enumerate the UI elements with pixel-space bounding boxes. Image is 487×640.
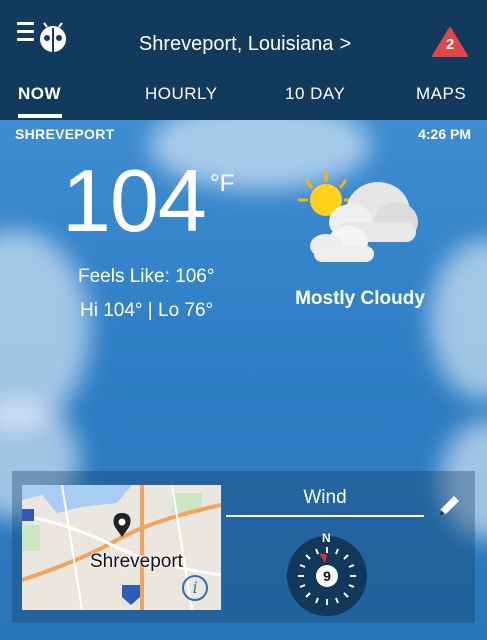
map-wind-card: Shreveport i Wind N 9 — [12, 471, 475, 623]
hi-lo-temperature: Hi 104° | Lo 76° — [80, 300, 214, 321]
wind-speed-value: 9 — [316, 565, 338, 587]
tab-bar: NOW HOURLY 10 DAY MAPS — [0, 68, 487, 120]
edit-pencil-icon[interactable] — [436, 493, 462, 519]
app-logo-icon — [40, 22, 66, 52]
location-map[interactable]: Shreveport i — [22, 485, 221, 610]
tab-now[interactable]: NOW — [18, 84, 61, 104]
tab-10-day[interactable]: 10 DAY — [285, 84, 345, 104]
condition-text: Mostly Cloudy — [295, 288, 425, 309]
alerts-button[interactable]: 2 — [431, 26, 469, 58]
menu-button[interactable] — [17, 22, 69, 56]
alert-count-badge: 2 — [445, 36, 455, 53]
top-bar: Shreveport, Louisiana > 2 — [0, 0, 487, 68]
tab-maps[interactable]: MAPS — [416, 84, 466, 104]
compass-north-label: N — [322, 531, 331, 545]
map-city-label: Shreveport — [90, 551, 183, 572]
background-cloud — [430, 240, 487, 400]
chevron-right-icon: > — [339, 33, 352, 55]
tab-hourly[interactable]: HOURLY — [145, 84, 218, 104]
current-temperature: 104 — [62, 151, 207, 250]
feels-like: Feels Like: 106° — [78, 266, 215, 287]
partly-cloudy-icon — [298, 172, 418, 262]
temperature-unit: °F — [210, 170, 235, 197]
active-tab-indicator — [18, 114, 62, 118]
info-icon[interactable]: i — [182, 575, 208, 601]
observation-time: 4:26 PM — [418, 126, 471, 142]
location-name: Shreveport, Louisiana — [138, 33, 334, 55]
wind-title: Wind — [303, 487, 347, 508]
current-conditions-panel: SHREVEPORT 4:26 PM 104 °F Feels Like: 10… — [0, 120, 487, 640]
location-selector[interactable]: Shreveport, Louisiana > — [110, 30, 380, 58]
wind-divider — [226, 515, 424, 517]
city-label: SHREVEPORT — [15, 126, 115, 142]
